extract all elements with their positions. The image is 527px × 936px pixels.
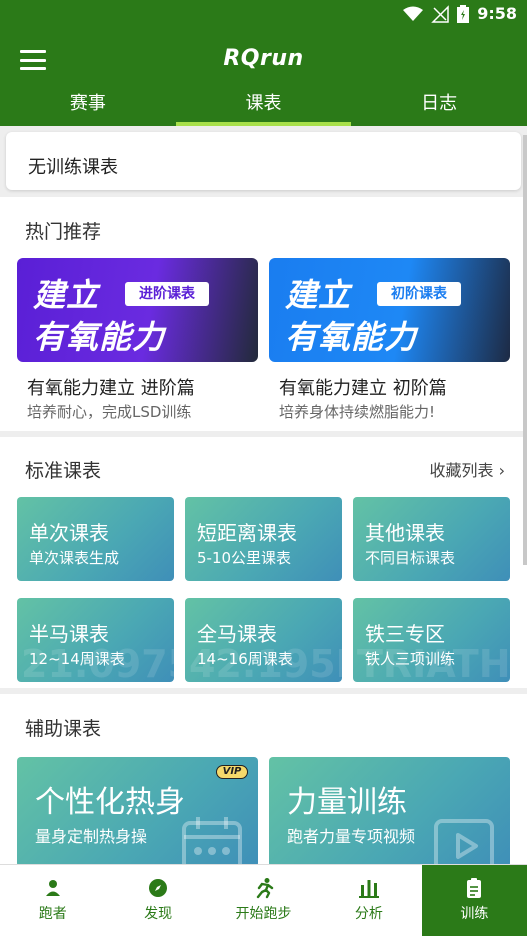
tile-title: 单次课表 [29,521,109,545]
tile-sub: 5-10公里课表 [197,549,292,567]
favorites-link-label: 收藏列表 [429,461,494,480]
tile-title: 力量训练 [287,785,407,820]
wifi-icon [403,6,424,21]
tile-title: 个性化热身 [35,785,185,820]
rec-card-advanced[interactable]: 建立 有氧能力 进阶课表 有氧能力建立 进阶篇 培养耐心，完成LSD训练 [17,258,258,428]
status-icons: 9:58 [403,4,517,23]
tile-sub: 12~14周课表 [29,650,125,668]
rec-name: 有氧能力建立 进阶篇 [27,378,195,399]
tile-sub: 单次课表生成 [29,549,120,567]
signal-icon [431,4,449,23]
tile-title: 短距离课表 [197,521,297,545]
standard-section: 标准课表 收藏列表 › 单次课表 单次课表生成 短距离课表 5-10公里课表 其… [0,437,527,688]
rec-card-beginner[interactable]: 建立 有氧能力 初阶课表 有氧能力建立 初阶篇 培养身体持续燃脂能力! [269,258,510,428]
rec-banner: 建立 有氧能力 进阶课表 [17,258,258,362]
tile-sub: 量身定制热身操 [35,827,148,846]
std-tile-single[interactable]: 单次课表 单次课表生成 [17,497,174,581]
nav-discover[interactable]: 发现 [105,865,210,936]
runner-icon [256,878,273,899]
clipboard-icon [467,878,482,898]
tab-log[interactable]: 日志 [351,86,527,126]
bar-chart-icon [358,880,379,898]
banner-title-line1: 建立 [33,276,100,314]
person-icon [45,880,60,896]
std-tile-triathlon[interactable]: TRIATHLON 铁三专区 铁人三项训练 [353,598,510,682]
main-content: 无训练课表 热门推荐 建立 有氧能力 进阶课表 有氧能力建立 进阶篇 培养耐心，… [0,126,527,864]
nav-start-run[interactable]: 开始跑步 [211,865,316,936]
tile-sub: 不同目标课表 [365,549,456,567]
tab-plans[interactable]: 课表 [175,86,352,126]
aux-section: 辅助课表 VIP 个性化热身 量身定制热身操 力量训练 跑者力量专项视频 [0,694,527,864]
rec-desc: 培养身体持续燃脂能力! [279,403,436,421]
std-tile-short[interactable]: 短距离课表 5-10公里课表 [185,497,342,581]
banner-title-line1: 建立 [285,276,352,314]
chevron-right-icon: › [498,461,505,480]
app-bar: RQrun 赛事 课表 日志 [0,30,527,126]
video-play-icon [434,819,494,864]
nav-runner[interactable]: 跑者 [0,865,105,936]
tile-title: 全马课表 [197,622,277,646]
std-tile-half-marathon[interactable]: 21.0975KM 半马课表 12~14周课表 [17,598,174,682]
favorites-link[interactable]: 收藏列表 › [429,457,505,481]
rec-desc: 培养耐心，完成LSD训练 [27,403,192,421]
nav-label: 发现 [144,906,173,922]
aux-section-title: 辅助课表 [25,718,102,740]
tile-sub: 铁人三项训练 [365,650,456,668]
aux-tile-strength[interactable]: 力量训练 跑者力量专项视频 [269,757,510,864]
nav-label: 训练 [460,906,489,922]
scrollbar[interactable] [523,135,527,565]
banner-tag: 进阶课表 [125,282,209,306]
nav-training[interactable]: 训练 [421,865,527,936]
calendar-icon [182,817,242,864]
app-title: RQrun [223,46,304,71]
status-time: 9:58 [477,4,517,23]
top-tabs: 赛事 课表 日志 [0,86,527,126]
rec-name: 有氧能力建立 初阶篇 [279,378,447,399]
hot-section-title: 热门推荐 [25,221,102,243]
nav-label: 开始跑步 [235,906,292,922]
battery-icon [457,4,470,23]
tile-title: 铁三专区 [365,622,445,646]
tab-events[interactable]: 赛事 [0,86,176,126]
nav-analysis[interactable]: 分析 [316,865,421,936]
nav-label: 分析 [354,906,383,922]
aux-tile-warmup[interactable]: VIP 个性化热身 量身定制热身操 [17,757,258,864]
std-tile-other[interactable]: 其他课表 不同目标课表 [353,497,510,581]
std-tile-full-marathon[interactable]: 42.195KM 全马课表 14~16周课表 [185,598,342,682]
tile-title: 其他课表 [365,521,445,545]
banner-tag: 初阶课表 [377,282,461,306]
tile-sub: 14~16周课表 [197,650,293,668]
nav-label: 跑者 [38,906,67,922]
banner-title-line2: 有氧能力 [33,318,166,356]
standard-section-title: 标准课表 [25,460,102,482]
tile-sub: 跑者力量专项视频 [287,827,416,846]
status-bar: 9:58 [0,0,527,30]
no-plan-card[interactable]: 无训练课表 [6,132,521,190]
banner-title-line2: 有氧能力 [285,318,418,356]
bottom-nav: 跑者 发现 开始跑步 分析 训练 [0,864,527,936]
vip-badge: VIP [216,765,248,779]
rec-banner: 建立 有氧能力 初阶课表 [269,258,510,362]
compass-icon [149,879,168,897]
tile-title: 半马课表 [29,622,109,646]
hot-section: 热门推荐 建立 有氧能力 进阶课表 有氧能力建立 进阶篇 培养耐心，完成LSD训… [0,197,527,431]
